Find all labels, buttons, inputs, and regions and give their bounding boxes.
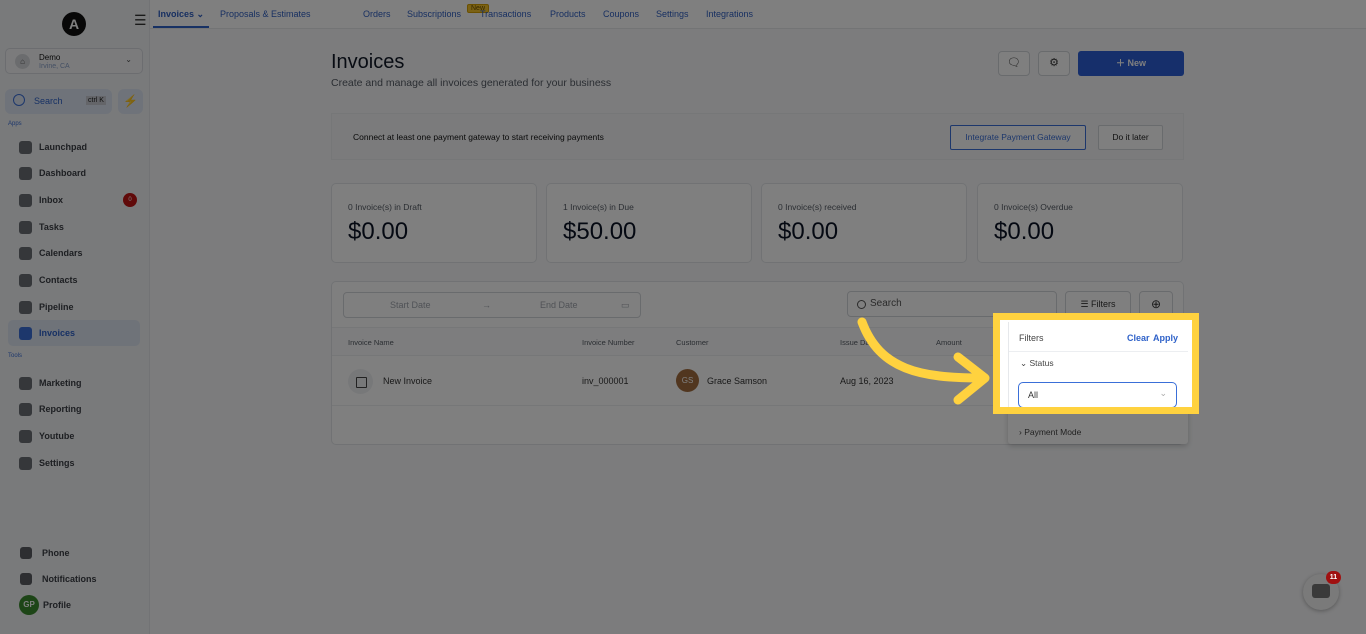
chat-badge: 11 [1326, 571, 1341, 584]
chat-icon [1312, 584, 1330, 598]
arrow-curve [857, 317, 987, 383]
annotation-arrow [857, 317, 990, 405]
